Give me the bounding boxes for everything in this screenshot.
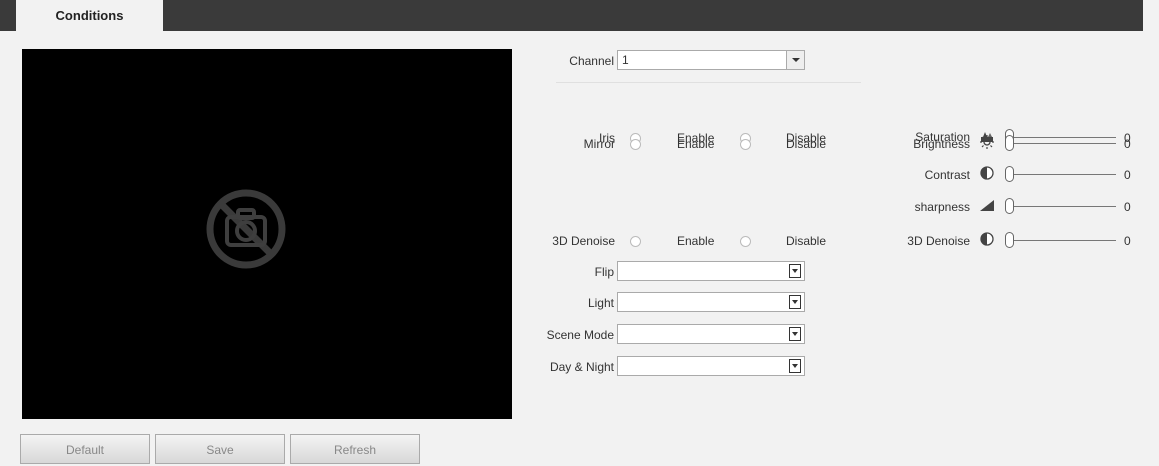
chevron-down-icon[interactable] [786,51,804,69]
sharpness-value: 0 [1124,200,1131,214]
camera-disabled-icon [206,189,286,269]
contrast-thumb[interactable] [1005,166,1014,182]
chevron-down-icon[interactable] [789,295,801,309]
refresh-button[interactable]: Refresh [290,434,420,464]
scene-mode-select[interactable] [617,324,805,344]
mirror-disable-label: Disable [786,137,827,151]
brightness-track[interactable] [1008,143,1116,144]
brightness-thumb[interactable] [1005,135,1014,151]
brightness-value: 0 [1124,137,1131,151]
denoise-thumb[interactable] [1005,232,1014,248]
saturation-track[interactable] [1008,137,1116,138]
denoise-enable-radio[interactable] [630,236,641,247]
sharpness-icon [980,200,994,211]
denoise-enable-label: Enable [677,234,715,248]
contrast-track[interactable] [1008,174,1116,175]
flip-select[interactable] [617,261,805,281]
chevron-down-icon[interactable] [789,327,801,341]
sharpness-thumb[interactable] [1005,198,1014,214]
light-select[interactable] [617,292,805,312]
denoise-value: 0 [1124,234,1131,248]
channel-value: 1 [622,53,629,67]
mirror-label: Mirror [583,137,615,151]
scene-mode-label: Scene Mode [546,328,614,342]
denoise-label: 3D Denoise [552,234,615,248]
save-button[interactable]: Save [155,434,285,464]
chevron-down-icon[interactable] [789,359,801,373]
tab-bar [0,0,1143,31]
mirror-enable-label: Enable [677,137,715,151]
chevron-down-icon[interactable] [789,264,801,278]
channel-label: Channel [569,54,614,68]
day-night-select[interactable] [617,356,805,376]
video-preview [22,49,512,419]
sharpness-track[interactable] [1008,206,1116,207]
channel-select[interactable]: 1 [617,50,805,70]
separator [556,82,861,83]
light-label: Light [587,296,614,310]
flip-label: Flip [594,265,614,279]
contrast-value: 0 [1124,168,1131,182]
denoise-track[interactable] [1008,240,1116,241]
day-night-label: Day & Night [549,360,614,374]
mirror-enable-radio[interactable] [630,139,641,150]
contrast-icon [980,166,994,180]
brightness-icon [980,135,994,149]
default-button[interactable]: Default [20,434,150,464]
sharpness-label: sharpness [914,200,970,214]
contrast-label: Contrast [924,168,970,182]
tab-conditions[interactable]: Conditions [16,0,163,33]
denoise-disable-label: Disable [786,234,827,248]
3d-denoise-slider-label: 3D Denoise [907,234,970,248]
brightness-label: Brightness [913,137,970,151]
denoise-disable-radio[interactable] [740,236,751,247]
denoise-icon [980,232,994,246]
mirror-disable-radio[interactable] [740,139,751,150]
